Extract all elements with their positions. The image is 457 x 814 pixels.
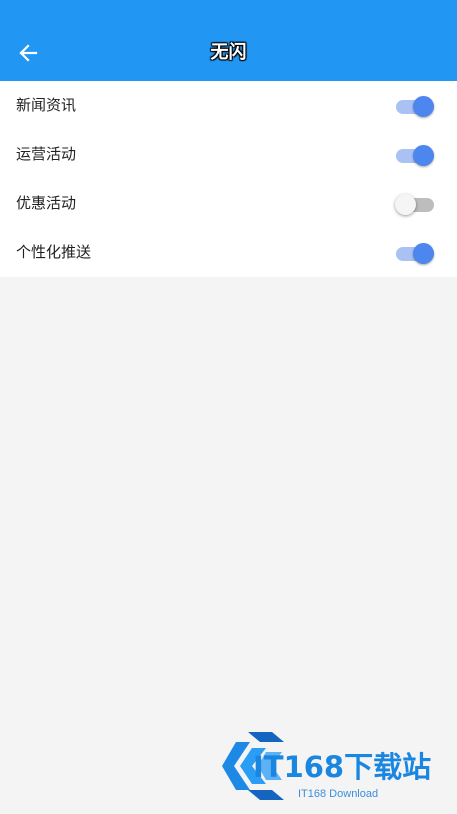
setting-label: 新闻资讯 (16, 96, 77, 114)
watermark-brand: IT168下载站 (253, 750, 432, 784)
operations-toggle[interactable] (395, 144, 435, 166)
setting-label: 个性化推送 (16, 243, 92, 261)
settings-list: 新闻资讯 运营活动 优惠活动 个性化推送 (0, 81, 457, 277)
watermark-subtitle: IT168 Download (298, 788, 379, 800)
watermark: IT168下载站 IT168 Download (222, 728, 452, 804)
personalized-push-toggle[interactable] (395, 242, 435, 264)
setting-row-operations: 运营活动 (0, 130, 457, 179)
page-title: 无闪 (210, 42, 247, 63)
setting-label: 优惠活动 (16, 194, 77, 212)
switch-thumb (413, 96, 434, 117)
switch-thumb (413, 145, 434, 166)
setting-label: 运营活动 (16, 145, 77, 163)
setting-row-personalized: 个性化推送 (0, 228, 457, 277)
app-bar: 无闪 (0, 0, 457, 81)
switch-thumb (395, 194, 416, 215)
switch-thumb (413, 243, 434, 264)
setting-row-promotions: 优惠活动 (0, 179, 457, 228)
news-toggle[interactable] (395, 95, 435, 117)
setting-row-news: 新闻资讯 (0, 81, 457, 130)
promotions-toggle[interactable] (395, 193, 435, 215)
